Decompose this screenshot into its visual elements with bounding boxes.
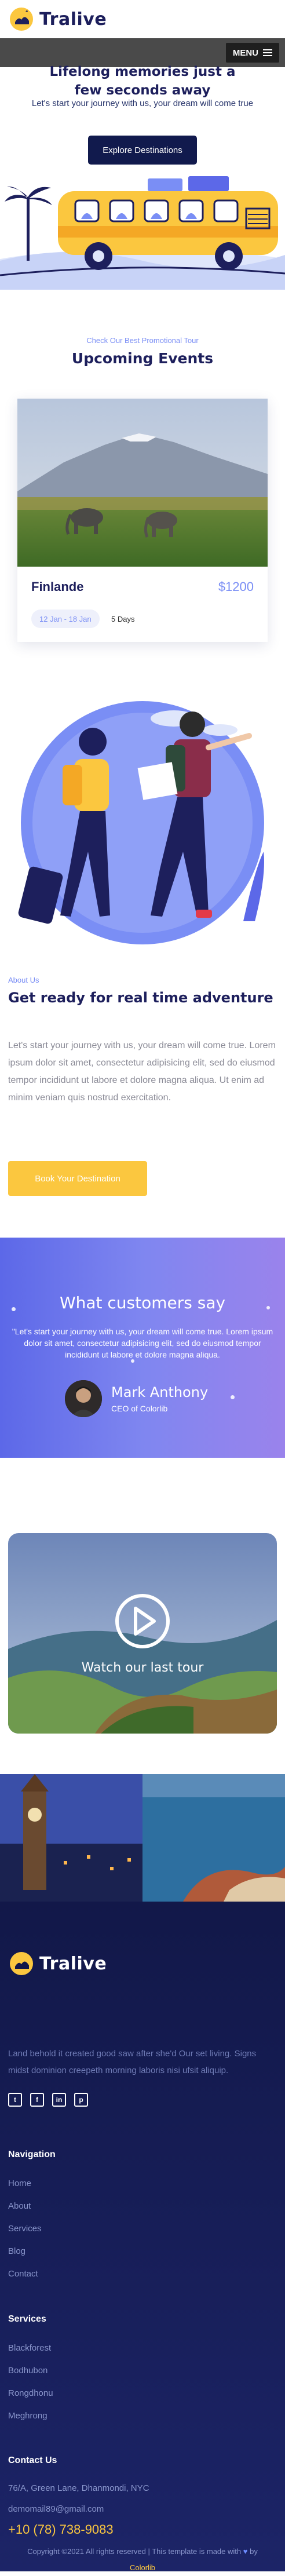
footer-brand-name: Tralive xyxy=(39,1953,107,1974)
footer-service-bodhubon[interactable]: Bodhubon xyxy=(8,2366,48,2376)
footer-email[interactable]: demomail89@gmail.com xyxy=(8,2504,104,2514)
brand-name: Tralive xyxy=(39,9,107,30)
testimonials-title: What customers say xyxy=(59,1293,226,1312)
linkedin-icon[interactable]: in xyxy=(52,2093,66,2107)
decor-dot xyxy=(231,1395,235,1399)
about-title: Get ready for real time adventure xyxy=(8,990,273,1006)
testimonial-role: CEO of Colorlib xyxy=(111,1404,168,1413)
video-banner[interactable]: Watch our last tour xyxy=(8,1533,277,1734)
explore-destinations-button[interactable]: Explore Destinations xyxy=(88,136,197,165)
sun-logo-icon xyxy=(8,6,35,32)
facebook-icon[interactable]: f xyxy=(30,2093,44,2107)
site-header: Tralive xyxy=(0,0,285,38)
copyright-text: Copyright ©2021 All rights reserved | Th… xyxy=(27,2547,242,2556)
brand-logo[interactable]: Tralive xyxy=(8,6,107,32)
footer-phone[interactable]: +10 (78) 738-9083 xyxy=(8,2522,114,2537)
event-card[interactable]: Finlande $1200 12 Jan - 18 Jan 5 Days xyxy=(17,399,268,642)
photo-gallery xyxy=(0,1774,285,1902)
copyright-by: by xyxy=(250,2547,258,2556)
footer-link-services[interactable]: Services xyxy=(8,2224,42,2234)
footer-service-rongdhonu[interactable]: Rongdhonu xyxy=(8,2388,53,2398)
hero-subtitle: Let's start your journey with us, your d… xyxy=(31,98,254,108)
book-destination-button[interactable]: Book Your Destination xyxy=(8,1161,147,1196)
about-text: Let's start your journey with us, your d… xyxy=(8,1041,276,1103)
footer-link-home[interactable]: Home xyxy=(8,2179,31,2188)
hero-title-line1: Lifelong memories just a xyxy=(49,64,236,79)
pinterest-icon[interactable]: p xyxy=(74,2093,88,2107)
events-eyebrow: Check Our Best Promotional Tour xyxy=(86,336,199,345)
footer-link-contact[interactable]: Contact xyxy=(8,2269,38,2279)
hero-title: Lifelong memories just a few seconds awa… xyxy=(17,63,268,100)
footer-services-heading: Services xyxy=(8,2314,46,2324)
heart-icon: ♥ xyxy=(243,2547,248,2556)
footer-phone-text: +10 (78) 738-9083 xyxy=(8,2522,114,2537)
testimonial-quote: "Let's start your journey with us, your … xyxy=(12,1327,273,1359)
menu-label: MENU xyxy=(232,48,258,58)
footer-address: 76/A, Green Lane, Dhanmondi, NYC xyxy=(8,2483,149,2493)
menu-button[interactable]: MENU xyxy=(225,43,279,63)
event-name: Finlande xyxy=(31,579,84,594)
testimonial-author: Mark Anthony CEO of Colorlib xyxy=(65,1380,208,1417)
site-footer: Tralive Land behold it created good saw … xyxy=(0,1902,285,2571)
hamburger-icon xyxy=(263,48,272,58)
travelers-illustration xyxy=(0,678,285,950)
events-title: Upcoming Events xyxy=(71,350,214,367)
testimonials-section: What customers say "Let's start your jou… xyxy=(0,1238,285,1458)
sun-logo-icon xyxy=(8,1950,35,1977)
footer-logo[interactable]: Tralive xyxy=(8,1950,107,1977)
footer-service-meghrong[interactable]: Meghrong xyxy=(8,2411,48,2421)
about-eyebrow: About Us xyxy=(8,976,39,984)
event-date-badge: 12 Jan - 18 Jan xyxy=(31,610,100,628)
event-duration: 5 Days xyxy=(111,614,135,623)
video-label: Watch our last tour xyxy=(81,1661,204,1675)
footer-contact-heading: Contact Us xyxy=(8,2455,57,2465)
gallery-photo-coast[interactable] xyxy=(142,1774,285,1902)
avatar xyxy=(65,1380,102,1417)
event-price: $1200 xyxy=(218,579,254,594)
footer-description: Land behold it created good saw after sh… xyxy=(8,2049,257,2075)
event-image xyxy=(17,399,268,567)
footer-service-blackforest[interactable]: Blackforest xyxy=(8,2343,51,2353)
hero-bus-illustration xyxy=(0,174,285,295)
testimonial-name: Mark Anthony xyxy=(111,1384,209,1400)
hero-title-line2: few seconds away xyxy=(74,83,211,98)
social-links: t f in p xyxy=(8,2093,88,2107)
twitter-icon[interactable]: t xyxy=(8,2093,22,2107)
gallery-photo-clocktower[interactable] xyxy=(0,1774,142,1902)
footer-link-blog[interactable]: Blog xyxy=(8,2246,25,2256)
copyright-credit-link[interactable]: Colorlib xyxy=(130,2563,155,2572)
footer-link-about[interactable]: About xyxy=(8,2201,31,2211)
footer-navigation-heading: Navigation xyxy=(8,2150,56,2159)
